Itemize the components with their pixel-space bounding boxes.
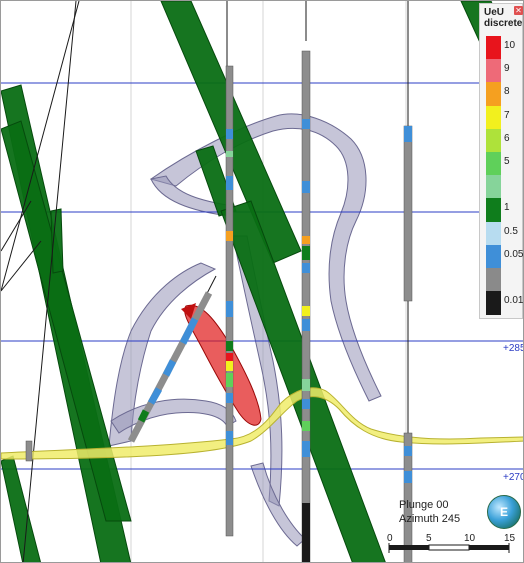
scale-bar (388, 543, 510, 553)
legend-swatch (486, 152, 501, 176)
legend-label: 0.01 (504, 295, 524, 307)
legend-label: 6 (504, 132, 510, 144)
plunge-text: Plunge 00 (399, 499, 449, 511)
elevation-label-285: +285 (503, 343, 524, 354)
legend-swatch (486, 128, 501, 153)
legend-swatch (486, 198, 501, 223)
legend-swatch (486, 36, 501, 60)
legend-label: 7 (504, 109, 510, 121)
legend-swatch (486, 175, 501, 199)
legend-label: 0.5 (504, 225, 518, 237)
close-icon[interactable]: ✕ (514, 6, 523, 15)
legend-swatch (486, 105, 501, 130)
compass-letter: E (499, 505, 508, 519)
scene-canvas[interactable] (1, 1, 524, 563)
legend-label: 9 (504, 63, 510, 75)
elevation-label-270: +270 (503, 472, 524, 483)
legend-label: 10 (504, 40, 516, 51)
legend-swatch (486, 268, 501, 292)
scale-tick-0: 0 (387, 533, 393, 544)
legend-label: 5 (504, 156, 510, 167)
drillhole-c (403, 125, 413, 302)
legend-title-line2: discrete (484, 18, 523, 29)
legend-label: 0.05 (504, 248, 524, 260)
legend-swatch (486, 244, 501, 269)
legend-panel: UeU discrete ✕ 10 9 8 7 6 5 1 0.5 0.05 0.01 (479, 3, 523, 319)
3d-viewport[interactable]: UeU discrete ✕ 10 9 8 7 6 5 1 0.5 0.05 0.01 +285 … (0, 0, 524, 563)
legend-label: 8 (504, 86, 510, 98)
legend-swatch (486, 291, 501, 315)
compass-globe-icon[interactable]: E (487, 495, 521, 529)
scale-tick-15: 15 (504, 533, 516, 544)
legend-swatch (486, 221, 501, 246)
scale-tick-5: 5 (426, 533, 432, 544)
azimuth-text: Azimuth 245 (399, 513, 461, 525)
legend-label: 1 (504, 202, 510, 214)
scale-tick-10: 10 (464, 533, 476, 544)
legend-swatch (486, 59, 501, 83)
drillhole-e (25, 440, 33, 462)
orientation-readout: Plunge 00 Azimuth 245 (399, 498, 460, 526)
legend-title-line1: UeU (484, 7, 505, 18)
legend-swatch (486, 82, 501, 107)
